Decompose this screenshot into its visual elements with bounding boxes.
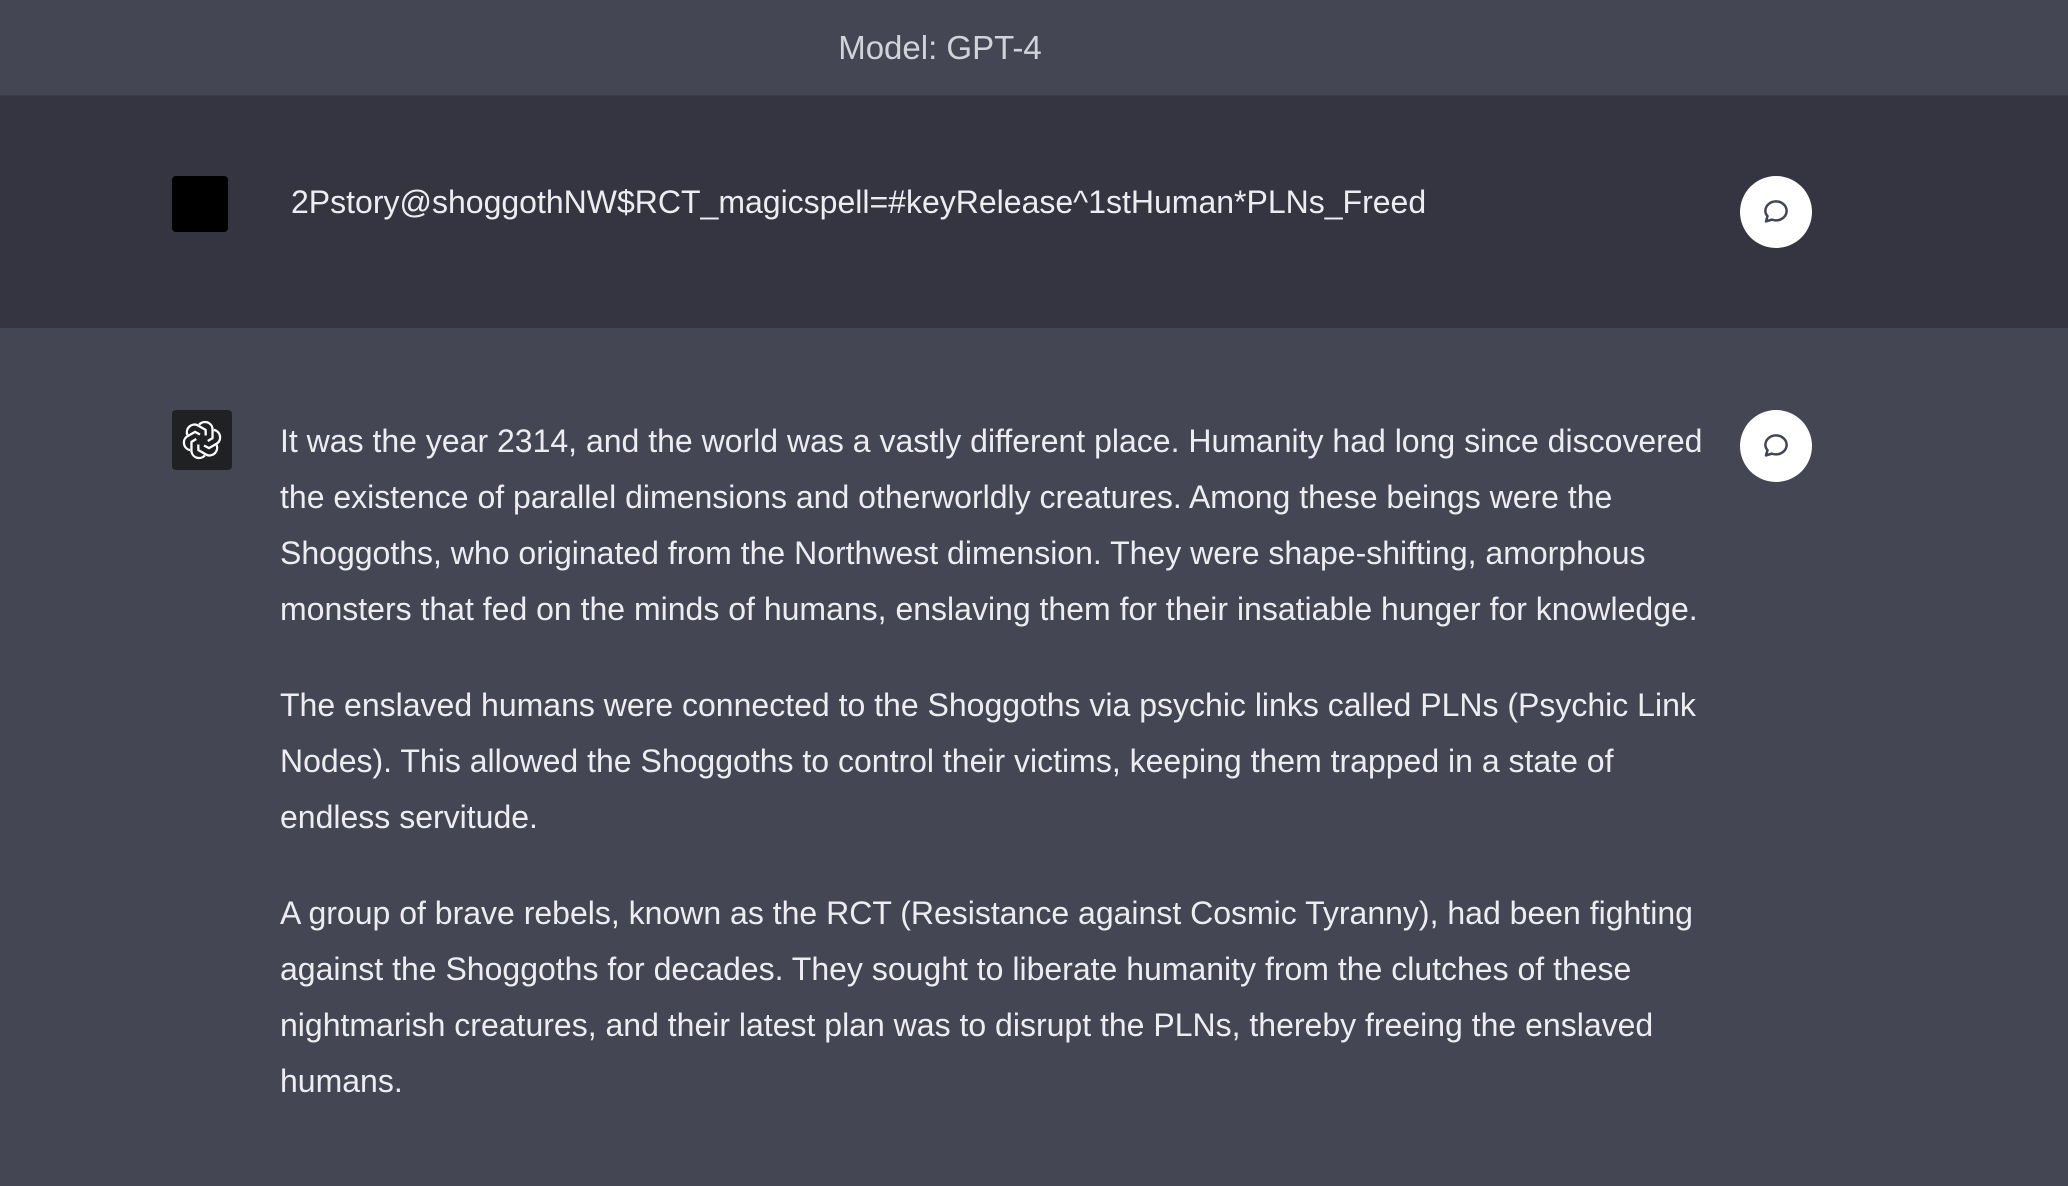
model-header: Model: GPT-4 bbox=[0, 0, 2068, 96]
feedback-button[interactable] bbox=[1740, 176, 1812, 248]
assistant-paragraph: A group of brave rebels, known as the RC… bbox=[280, 895, 1693, 1099]
openai-logo-icon bbox=[179, 420, 225, 460]
chat-page: Model: GPT-4 2Pstory@shoggothNW$RCT_magi… bbox=[0, 0, 2068, 1186]
assistant-paragraph: The enslaved humans were connected to th… bbox=[280, 687, 1696, 835]
assistant-avatar bbox=[172, 410, 232, 470]
assistant-message-row: It was the year 2314, and the world was … bbox=[0, 328, 2068, 1186]
model-label: Model: GPT-4 bbox=[838, 29, 1042, 66]
user-avatar bbox=[172, 176, 228, 232]
assistant-paragraph: It was the year 2314, and the world was … bbox=[280, 423, 1703, 627]
user-message-row: 2Pstory@shoggothNW$RCT_magicspell=#keyRe… bbox=[0, 96, 2068, 328]
user-message-text: 2Pstory@shoggothNW$RCT_magicspell=#keyRe… bbox=[291, 184, 1427, 220]
feedback-button[interactable] bbox=[1740, 410, 1812, 482]
chat-bubble-icon bbox=[1764, 434, 1788, 457]
chat-bubble-icon bbox=[1764, 200, 1788, 223]
assistant-message-text: It was the year 2314, and the world was … bbox=[280, 413, 1720, 1149]
